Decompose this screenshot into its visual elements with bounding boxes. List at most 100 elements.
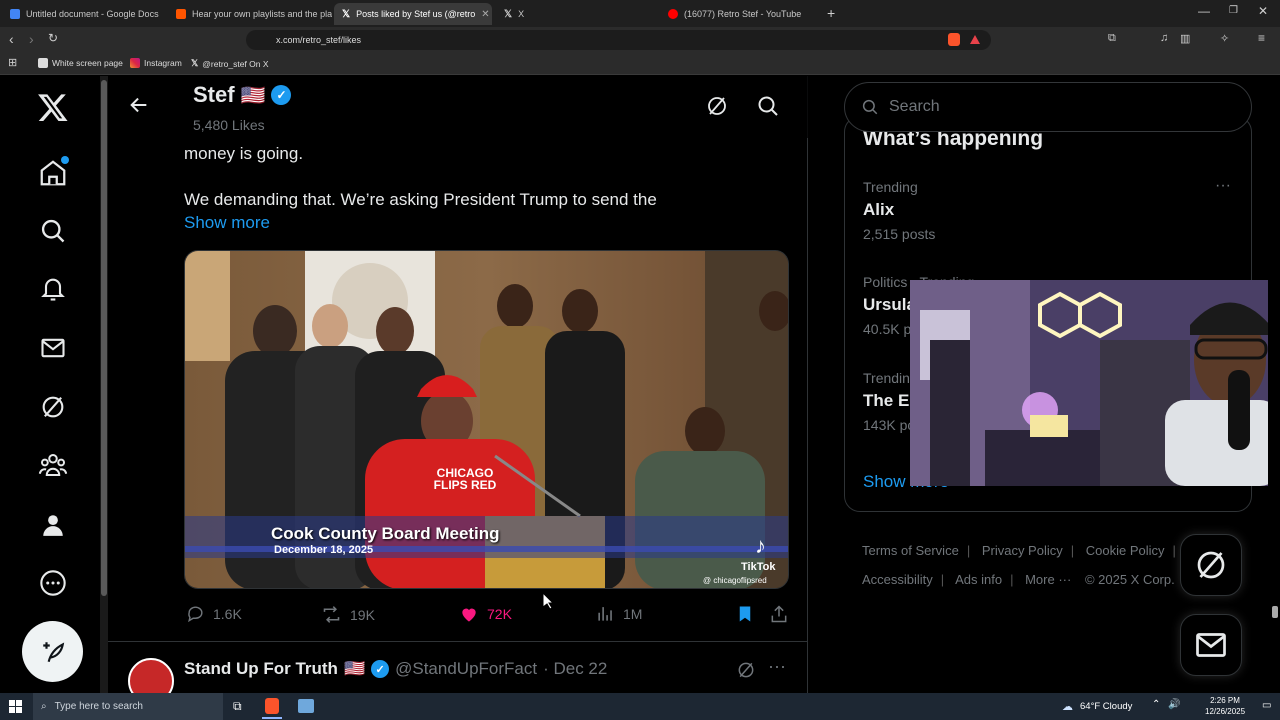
reply-count: 1.6K — [213, 605, 242, 622]
like-button[interactable]: 72K — [459, 604, 512, 624]
app-icon[interactable] — [298, 699, 314, 713]
search-icon — [862, 99, 878, 115]
bookmark-white-screen[interactable]: White screen page — [38, 58, 123, 68]
ai-icon[interactable]: ✧ — [1220, 32, 1229, 45]
notifications-bell-icon[interactable] — [36, 272, 70, 306]
task-view-icon[interactable]: ⧉ — [233, 699, 242, 714]
windows-start-icon[interactable] — [9, 700, 22, 713]
sidebar-icon[interactable]: ▥ — [1180, 32, 1190, 45]
main-column: Stef 🇺🇸 ✓ 5,480 Likes money is going. We… — [108, 76, 808, 693]
tray-chevron-icon[interactable]: ⌃ — [1152, 699, 1160, 710]
x-home-logo-icon[interactable] — [36, 90, 70, 124]
reply-icon — [188, 606, 203, 623]
trend-name: Alix — [863, 200, 895, 219]
music-icon[interactable]: ♫ — [1160, 32, 1168, 44]
soundcloud-icon — [176, 9, 186, 19]
bookmark-instagram[interactable]: Instagram — [130, 58, 182, 68]
views-button[interactable]: 1M — [596, 604, 642, 623]
author-handle[interactable]: @StandUpForFact — [395, 659, 537, 679]
footer-link[interactable]: Privacy Policy — [982, 543, 1063, 558]
webcam-overlay — [910, 280, 1280, 486]
notification-dot — [61, 156, 69, 164]
forward-icon[interactable]: › — [29, 31, 34, 47]
weather-text[interactable]: 64°F Cloudy — [1080, 701, 1132, 712]
footer-link[interactable]: More ··· — [1025, 572, 1071, 587]
tab-x[interactable]: 𝕏 X — [496, 3, 656, 25]
repost-button[interactable]: 19K — [321, 604, 375, 625]
close-tab-icon[interactable]: ✕ — [481, 9, 489, 20]
bookmark-label: Instagram — [144, 58, 182, 68]
tweet-video[interactable]: CHICAGO FLIPS RED Cook County Board Meet… — [184, 250, 789, 589]
trend-item[interactable]: Trending Alix 2,515 posts — [863, 179, 935, 242]
speaker-icon[interactable]: 🔊 — [1168, 699, 1180, 710]
messages-mail-icon[interactable] — [36, 331, 70, 365]
back-icon[interactable]: ‹ — [9, 31, 14, 47]
extensions-icon[interactable]: ⧉ — [1108, 32, 1116, 45]
brave-browser-icon[interactable] — [265, 698, 279, 714]
footer-link[interactable]: Ads info — [955, 572, 1002, 587]
messages-fab-button[interactable] — [1180, 614, 1242, 676]
reply-button[interactable]: 1.6K — [186, 604, 242, 623]
video-banner-title: Cook County Board Meeting — [271, 524, 500, 543]
tab-x-likes[interactable]: 𝕏 Posts liked by Stef us (@retro ✕ — [334, 3, 492, 25]
trend-more-icon[interactable]: ··· — [1215, 177, 1231, 195]
likes-count: 5,480 Likes — [193, 117, 265, 133]
profile-name: Stef — [193, 82, 235, 107]
restore-icon[interactable]: ❐ — [1229, 5, 1238, 16]
taskbar-search[interactable]: ⌕ Type here to search — [33, 693, 223, 720]
footer-link[interactable]: Terms of Service — [862, 543, 959, 558]
url-text: x.com/retro_stef/likes — [276, 35, 362, 45]
tweet-date[interactable]: · Dec 22 — [543, 659, 607, 679]
reload-icon[interactable]: ↻ — [48, 31, 58, 45]
share-icon — [771, 605, 787, 623]
close-window-icon[interactable]: ✕ — [1258, 4, 1268, 18]
feed-scrollbar[interactable] — [100, 76, 108, 693]
more-options-icon[interactable] — [36, 566, 70, 600]
explore-search-icon[interactable] — [36, 214, 70, 248]
search-icon[interactable] — [756, 94, 780, 123]
clock[interactable]: 2:26 PM 12/26/2025 — [1205, 695, 1245, 717]
grok-icon[interactable] — [705, 94, 729, 123]
tab-soundcloud[interactable]: Hear your own playlists and the play — [168, 3, 332, 25]
tweet-actions: 1.6K 19K 72K 1M — [184, 604, 789, 628]
grok-icon[interactable] — [736, 660, 756, 685]
grok-fab-button[interactable] — [1180, 534, 1242, 596]
profile-title: Stef 🇺🇸 ✓ — [193, 82, 292, 108]
home-icon[interactable] — [36, 156, 70, 190]
avatar[interactable] — [128, 658, 174, 693]
footer-link[interactable]: Cookie Policy — [1086, 543, 1165, 558]
bookmark-x-profile[interactable]: 𝕏 @retro_stef On X — [191, 58, 269, 69]
tiktok-logo-icon: ♪ — [755, 533, 766, 558]
tweet-text-line: money is going. — [184, 144, 304, 163]
grok-icon[interactable] — [36, 390, 70, 424]
minimize-icon[interactable]: — — [1198, 4, 1210, 18]
communities-icon[interactable] — [36, 448, 70, 482]
heart-filled-icon — [462, 608, 476, 622]
url-field[interactable]: x.com/retro_stef/likes — [246, 30, 991, 50]
instagram-icon — [130, 58, 140, 68]
show-more-link[interactable]: Show more — [184, 211, 784, 234]
author-name[interactable]: Stand Up For Truth — [184, 659, 338, 679]
new-tab-icon[interactable]: + — [827, 5, 835, 21]
notifications-icon[interactable]: ▭ — [1262, 700, 1271, 711]
brave-shield-icon[interactable] — [948, 33, 960, 46]
apps-grid-icon[interactable]: ⊞ — [8, 56, 17, 69]
tab-google-docs[interactable]: Untitled document - Google Docs — [2, 3, 166, 25]
views-chart-icon — [598, 607, 612, 621]
scrollbar-thumb[interactable] — [1272, 606, 1278, 618]
footer-link[interactable]: Accessibility — [862, 572, 933, 587]
tab-youtube[interactable]: (16077) Retro Stef - YouTube — [660, 3, 820, 25]
brave-rewards-icon[interactable] — [970, 35, 980, 44]
menu-icon[interactable]: ≡ — [1258, 31, 1265, 45]
more-options-icon[interactable]: ··· — [768, 656, 786, 677]
back-arrow-icon[interactable] — [128, 94, 150, 121]
scrollbar-thumb[interactable] — [101, 80, 107, 596]
share-button[interactable] — [769, 604, 789, 624]
profile-icon[interactable] — [36, 508, 70, 542]
bookmark-button[interactable] — [736, 604, 754, 624]
page-icon — [38, 58, 48, 68]
search-box[interactable]: Search — [844, 82, 1252, 132]
page-scrollbar[interactable] — [1268, 76, 1280, 693]
compose-post-button[interactable] — [22, 621, 83, 682]
next-tweet[interactable]: Stand Up For Truth 🇺🇸 ✓ @StandUpForFact … — [108, 641, 808, 693]
